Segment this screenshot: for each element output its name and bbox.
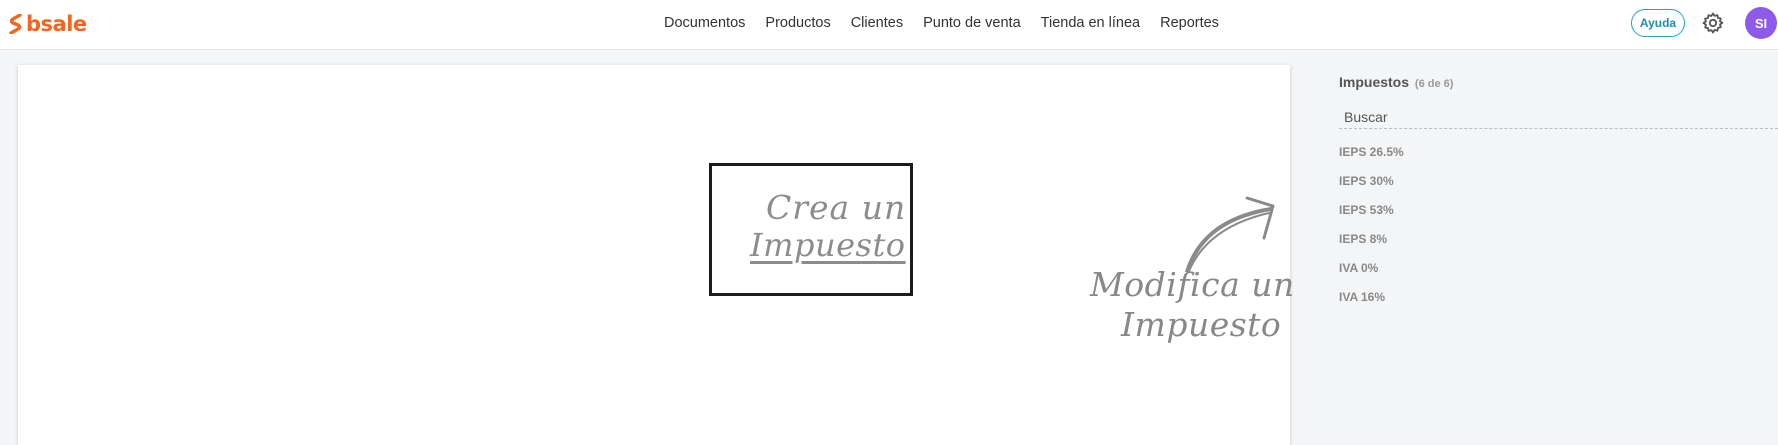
create-tax-button[interactable]: Crea un Impuesto [709, 163, 913, 296]
nav-item-clientes[interactable]: Clientes [851, 15, 903, 31]
nav-item-tienda-en-linea[interactable]: Tienda en línea [1041, 15, 1140, 31]
main-nav: Documentos Productos Clientes Punto de v… [664, 15, 1239, 31]
tax-item-iva-16[interactable]: IVA 16% [1339, 290, 1404, 319]
create-tax-line1: Crea un [766, 188, 907, 227]
create-tax-line2: Impuesto [750, 226, 906, 264]
help-button[interactable]: Ayuda [1631, 9, 1685, 37]
tax-item-ieps-30[interactable]: IEPS 30% [1339, 174, 1404, 203]
nav-item-documentos[interactable]: Documentos [664, 15, 745, 31]
nav-item-punto-de-venta[interactable]: Punto de venta [923, 15, 1021, 31]
search-input[interactable] [1339, 105, 1778, 129]
bsale-logo[interactable]: bsale [9, 12, 87, 36]
logo-text: bsale [26, 12, 87, 36]
modify-tax-line1: Modifica un [1090, 265, 1295, 304]
gear-icon[interactable] [1701, 11, 1725, 35]
sidebar-count: (6 de 6) [1414, 78, 1454, 90]
modify-tax-line2: Impuesto [1121, 305, 1282, 344]
sidebar-title-text: Impuestos [1339, 74, 1410, 90]
main-canvas: Crea un Impuesto Modifica un Impuesto [18, 65, 1294, 445]
bsale-logo-icon [9, 14, 22, 34]
user-avatar[interactable]: SI [1745, 7, 1777, 39]
sidebar-title: Impuestos (6 de 6) [1339, 74, 1453, 90]
tax-item-ieps-26-5[interactable]: IEPS 26.5% [1339, 145, 1404, 174]
top-navbar: bsale Documentos Productos Clientes Punt… [0, 0, 1778, 50]
nav-item-productos[interactable]: Productos [765, 15, 830, 31]
curved-arrow-icon [1185, 196, 1275, 272]
tax-item-ieps-53[interactable]: IEPS 53% [1339, 203, 1404, 232]
nav-item-reportes[interactable]: Reportes [1160, 15, 1219, 31]
tax-list: IEPS 26.5% IEPS 30% IEPS 53% IEPS 8% IVA… [1339, 145, 1404, 319]
tax-item-ieps-8[interactable]: IEPS 8% [1339, 232, 1404, 261]
tax-item-iva-0[interactable]: IVA 0% [1339, 261, 1404, 290]
